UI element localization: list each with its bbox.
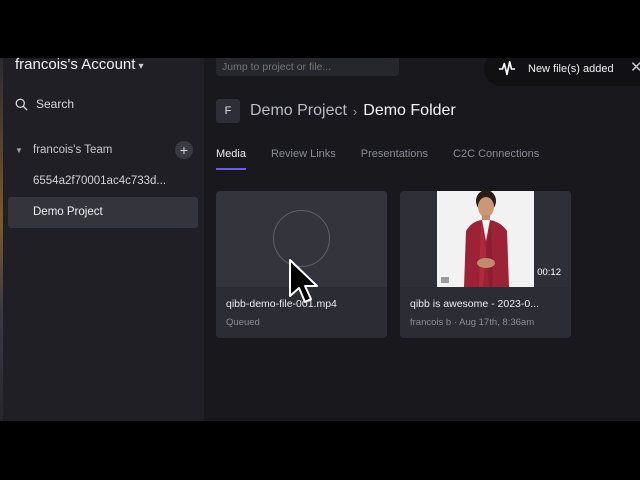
media-uploader-date: francois b · Aug 17th, 8:36am — [410, 317, 535, 328]
letterbox-bottom — [0, 421, 640, 480]
chevron-down-icon: ▾ — [138, 61, 144, 72]
media-filename: qibb-demo-file-001.mp4 — [226, 298, 337, 310]
caret-down-icon[interactable]: ▼ — [15, 146, 33, 155]
sidebar-item-project-id[interactable]: 6554a2f70001ac4c733d... — [33, 175, 166, 187]
notification-toast: New file(s) added ✕ — [484, 58, 640, 86]
media-card[interactable]: 00:12 qibb is awesome - 2023-0... franco… — [400, 191, 571, 338]
sidebar: francois's Account ▾ Search ▼ francois's … — [3, 58, 204, 421]
media-status: Queued — [226, 317, 260, 328]
folder-badge: F — [216, 99, 240, 123]
media-filename: qibb is awesome - 2023-0... — [410, 298, 539, 310]
tab-presentations[interactable]: Presentations — [361, 148, 428, 170]
tab-bar: Media Review Links Presentations C2C Con… — [216, 148, 564, 170]
chevron-right-icon: › — [352, 103, 358, 119]
video-thumbnail: 00:12 — [400, 191, 571, 287]
waveform-icon — [498, 60, 516, 76]
breadcrumb: F Demo Project › Demo Folder — [216, 99, 456, 123]
video-duration: 00:12 — [537, 267, 561, 278]
team-row[interactable]: ▼ francois's Team + — [15, 141, 193, 159]
jump-search-input[interactable] — [216, 58, 399, 76]
breadcrumb-project[interactable]: Demo Project — [250, 102, 347, 120]
account-switcher[interactable]: francois's Account ▾ — [15, 58, 143, 73]
tab-media[interactable]: Media — [216, 148, 246, 170]
search-icon — [15, 98, 28, 111]
close-icon[interactable]: ✕ — [630, 58, 640, 76]
media-card-meta: qibb is awesome - 2023-0... francois b ·… — [400, 287, 571, 338]
main-content: New file(s) added ✕ F Demo Project › Dem… — [204, 58, 640, 421]
letterbox-top — [0, 0, 640, 58]
account-title: francois's Account — [15, 58, 136, 73]
add-project-button[interactable]: + — [175, 141, 193, 159]
breadcrumb-folder: Demo Folder — [363, 102, 456, 119]
sidebar-search[interactable]: Search — [15, 97, 74, 111]
notification-text: New file(s) added — [528, 63, 614, 75]
plus-icon: + — [179, 142, 189, 158]
sidebar-item-demo-project[interactable]: Demo Project — [8, 197, 198, 228]
search-label: Search — [36, 97, 75, 111]
tab-review-links[interactable]: Review Links — [271, 148, 336, 170]
team-label: francois's Team — [33, 144, 113, 156]
mouse-pointer-icon — [289, 259, 318, 303]
tab-c2c-connections[interactable]: C2C Connections — [453, 148, 539, 170]
app-window: francois's Account ▾ Search ▼ francois's … — [0, 58, 640, 421]
